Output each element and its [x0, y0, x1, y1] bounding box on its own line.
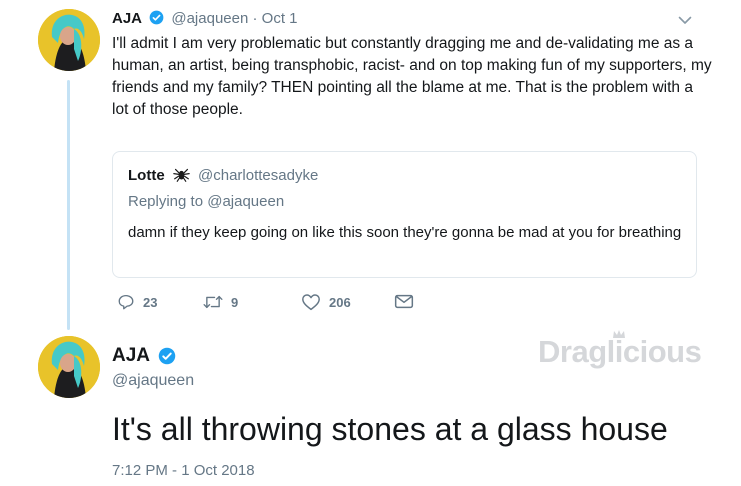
thread-connector-line	[67, 80, 70, 330]
author-name[interactable]: AJA	[112, 10, 142, 27]
quoted-tweet-text: damn if they keep going on like this soo…	[128, 224, 682, 241]
tweet-text: I'll admit I am very problematic but con…	[112, 35, 712, 118]
verified-badge-icon	[149, 10, 164, 25]
like-button[interactable]: 206	[301, 293, 351, 311]
quoted-author-handle: @charlottesadyke	[198, 167, 319, 184]
author-handle[interactable]: @ajaqueen	[112, 372, 194, 390]
replying-to-mention[interactable]: @ajaqueen	[207, 193, 284, 210]
replying-to-line: Replying to @ajaqueen	[128, 193, 284, 210]
avatar[interactable]	[38, 336, 100, 398]
tweet-action-bar: 23 9 206	[112, 293, 432, 315]
verified-badge-icon	[158, 347, 176, 365]
envelope-icon	[394, 294, 414, 309]
retweet-button[interactable]: 9	[203, 293, 238, 311]
reply-count: 23	[143, 294, 158, 310]
replying-to-label: Replying to	[128, 193, 204, 210]
avatar[interactable]	[38, 9, 100, 71]
spider-emoji-icon	[173, 168, 190, 182]
tweet-screenshot: AJA @ajaqueen · Oct 1 I'll admit I am ve…	[0, 0, 741, 486]
tweet-header: AJA @ajaqueen · Oct 1	[112, 10, 298, 27]
tweet-text: It's all throwing stones at a glass hous…	[112, 411, 668, 447]
tweet-date[interactable]: Oct 1	[262, 10, 298, 27]
quoted-tweet[interactable]: Lotte @charlottesadyke Replying to @ajaq…	[112, 151, 697, 278]
like-count: 206	[329, 294, 351, 310]
tweet-timestamp[interactable]: 7:12 PM - 1 Oct 2018	[112, 462, 255, 479]
retweet-count: 9	[231, 294, 239, 310]
quoted-author-name: Lotte	[128, 167, 165, 184]
author-handle[interactable]: @ajaqueen	[171, 10, 248, 27]
heart-icon	[302, 294, 320, 311]
chevron-down-icon[interactable]	[677, 12, 693, 28]
retweet-icon	[203, 295, 223, 309]
header-separator: ·	[252, 10, 258, 27]
watermark-logo: Draglicious	[538, 334, 702, 369]
direct-message-button[interactable]	[394, 293, 414, 310]
quoted-tweet-header: Lotte @charlottesadyke	[128, 166, 318, 184]
author-name[interactable]: AJA	[112, 345, 150, 367]
reply-button[interactable]: 23	[117, 293, 157, 311]
reply-icon	[118, 294, 134, 310]
